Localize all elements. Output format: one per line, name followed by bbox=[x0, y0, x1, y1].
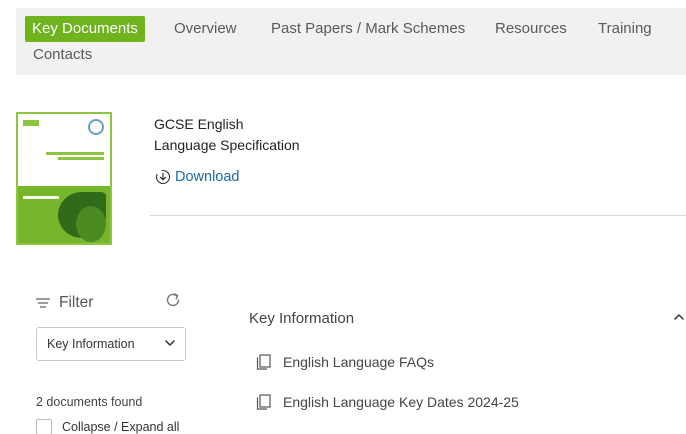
wjec-logo bbox=[88, 119, 104, 135]
tab-training[interactable]: Training bbox=[598, 19, 652, 39]
cover-bottom bbox=[18, 186, 110, 243]
document-title-line1: GCSE English bbox=[154, 116, 244, 132]
tab-overview[interactable]: Overview bbox=[174, 19, 237, 39]
documents-found-count: 2 documents found bbox=[36, 395, 143, 409]
apple-illustration bbox=[76, 206, 106, 242]
document-cover-thumbnail[interactable] bbox=[16, 112, 112, 245]
chevron-up-icon[interactable] bbox=[674, 313, 684, 320]
filter-select-value: Key Information bbox=[47, 337, 135, 351]
filter-label: Filter bbox=[59, 294, 94, 311]
filter-header: Filter bbox=[36, 294, 93, 312]
download-icon bbox=[155, 169, 171, 185]
cover-badge bbox=[23, 120, 39, 126]
document-item-label: English Language Key Dates 2024-25 bbox=[283, 394, 519, 410]
document-list-item[interactable]: English Language Key Dates 2024-25 bbox=[256, 394, 519, 410]
document-icon bbox=[256, 354, 271, 370]
filter-icon bbox=[36, 298, 50, 308]
tab-bar: Key Documents Overview Past Papers / Mar… bbox=[16, 8, 686, 75]
download-link[interactable]: Download bbox=[155, 169, 240, 185]
tab-past-papers[interactable]: Past Papers / Mark Schemes bbox=[271, 19, 465, 39]
document-title-line2: Language Specification bbox=[154, 137, 300, 153]
document-item-label: English Language FAQs bbox=[283, 354, 434, 370]
document-list-item[interactable]: English Language FAQs bbox=[256, 354, 434, 370]
tab-resources[interactable]: Resources bbox=[495, 19, 567, 39]
divider bbox=[150, 215, 686, 216]
document-icon bbox=[256, 394, 271, 410]
cover-title-lines bbox=[46, 152, 104, 166]
refresh-icon[interactable] bbox=[164, 291, 182, 309]
filter-select[interactable]: Key Information bbox=[36, 327, 186, 361]
collapse-expand-toggle[interactable]: Collapse / Expand all bbox=[36, 419, 179, 434]
cover-top bbox=[18, 114, 110, 186]
chevron-down-icon bbox=[165, 340, 175, 346]
section-title[interactable]: Key Information bbox=[249, 310, 354, 327]
tab-key-documents[interactable]: Key Documents bbox=[25, 16, 145, 42]
download-label: Download bbox=[175, 169, 240, 185]
tab-contacts[interactable]: Contacts bbox=[33, 45, 92, 65]
cover-spec-band bbox=[23, 196, 59, 199]
collapse-label: Collapse / Expand all bbox=[62, 420, 180, 434]
collapse-checkbox[interactable] bbox=[36, 419, 52, 434]
document-title: GCSE English Language Specification bbox=[154, 114, 374, 156]
